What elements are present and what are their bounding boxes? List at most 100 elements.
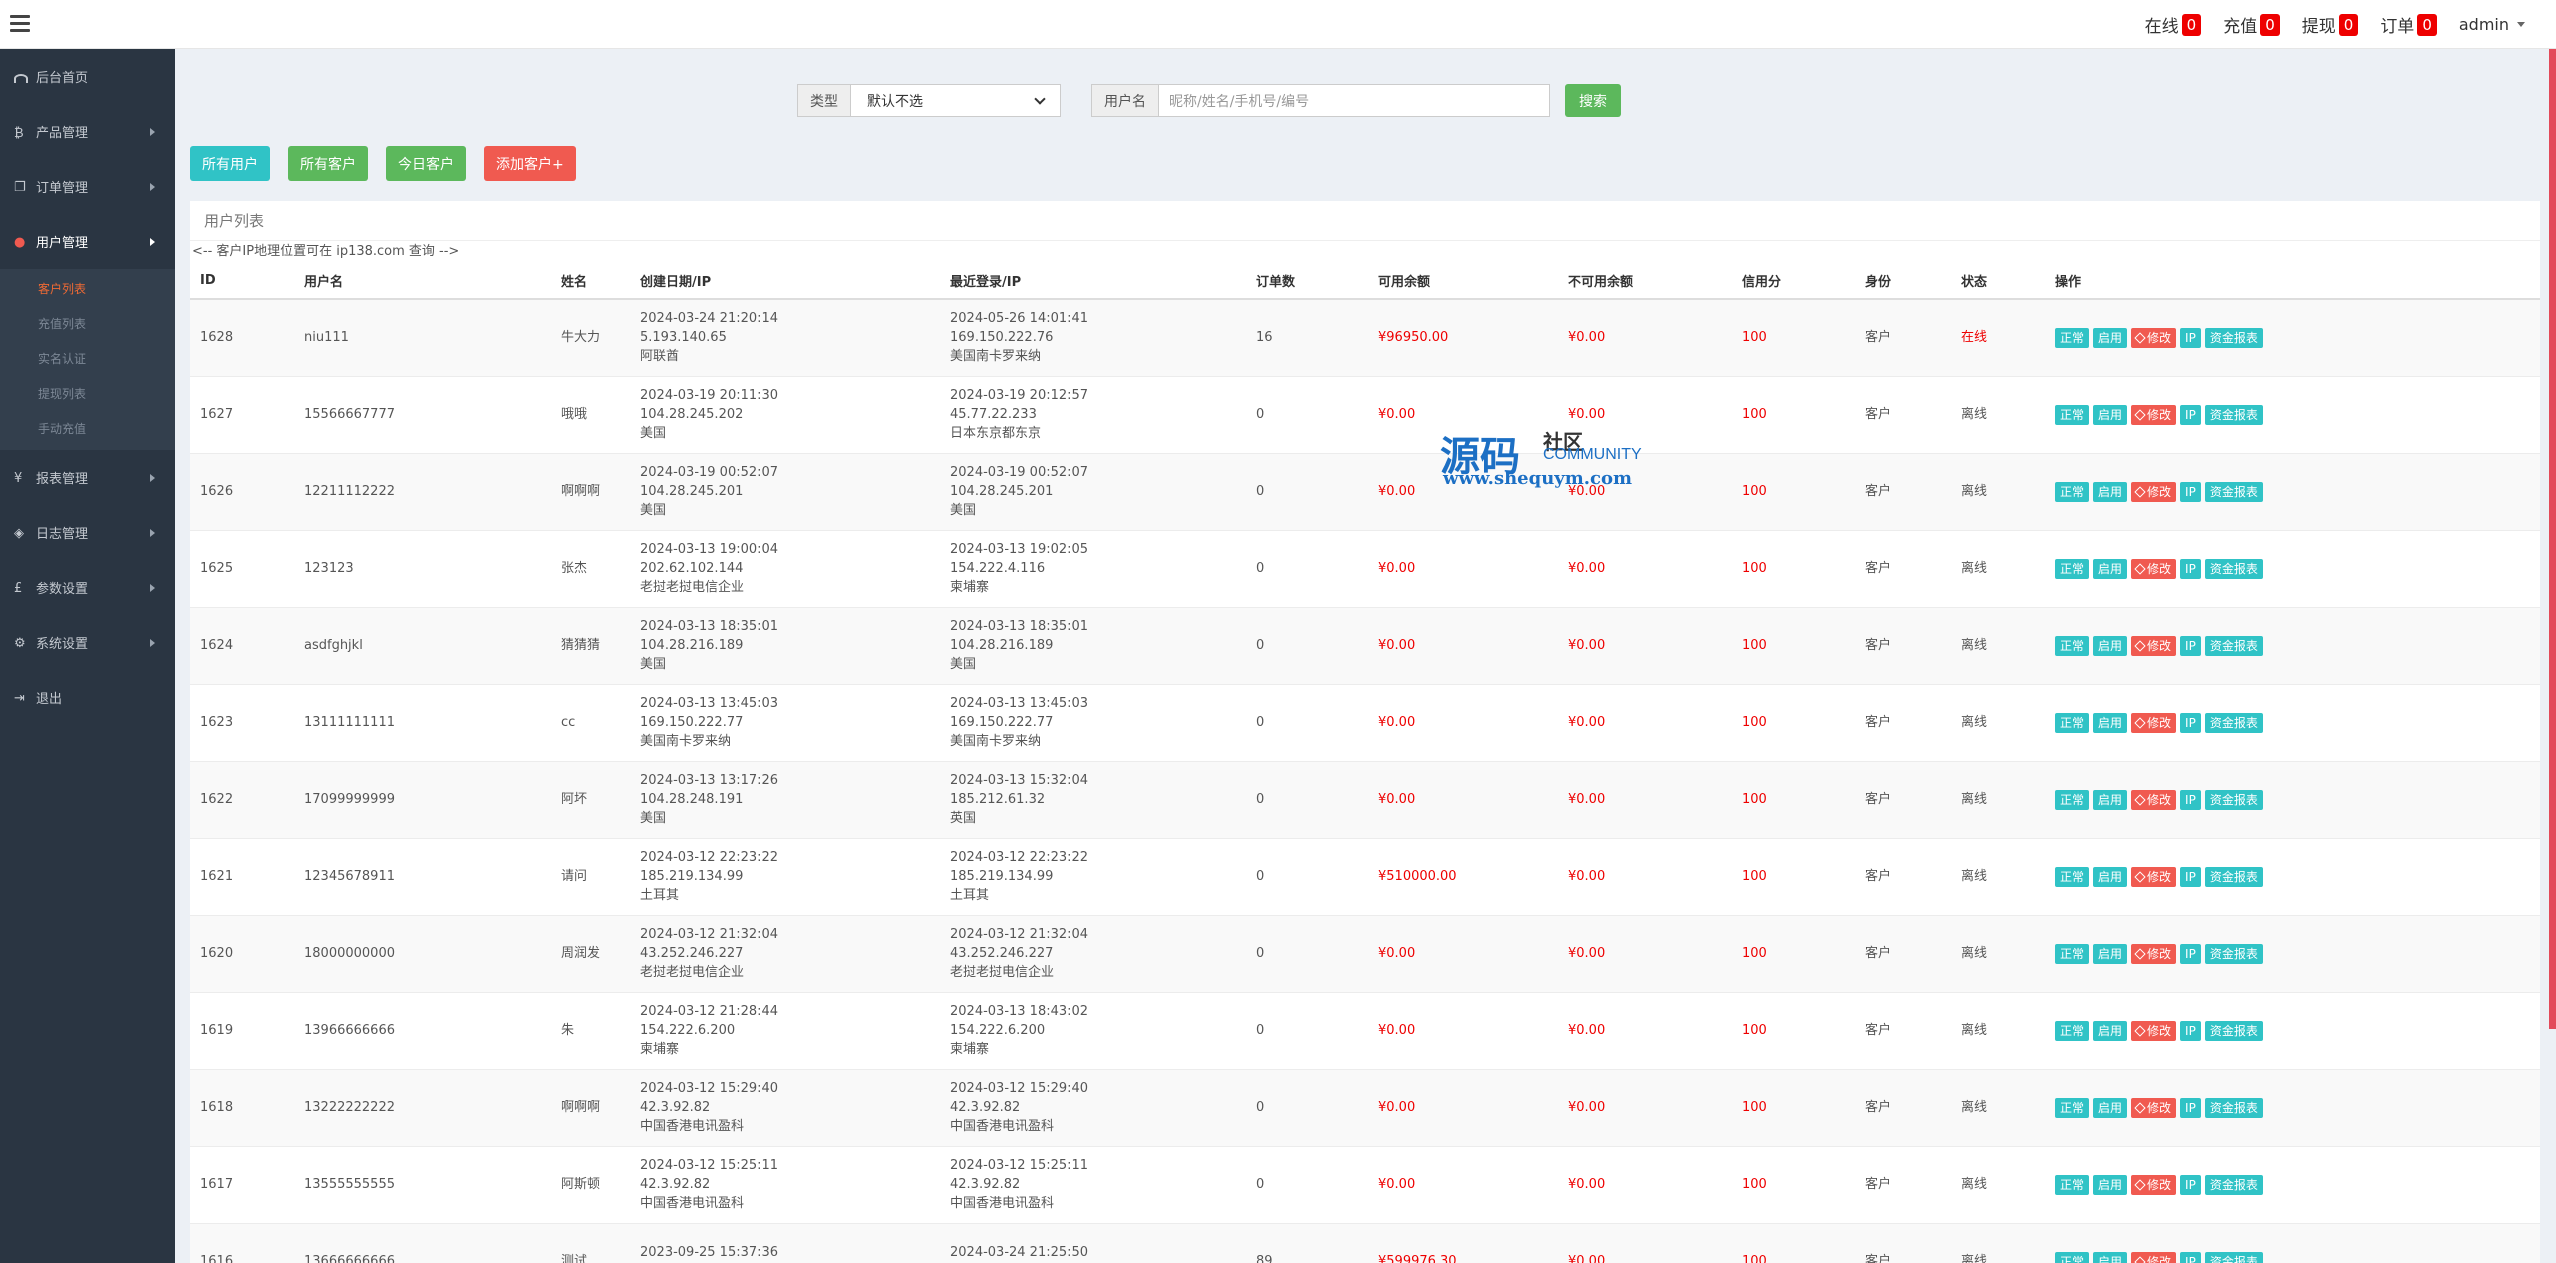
edit-button[interactable]: 修改 xyxy=(2131,1174,2177,1195)
fund-report-button[interactable]: 资金报表 xyxy=(2204,404,2263,425)
fund-report-button[interactable]: 资金报表 xyxy=(2204,1174,2263,1195)
enable-button[interactable]: 启用 xyxy=(2093,327,2128,348)
fund-report-button[interactable]: 资金报表 xyxy=(2204,712,2263,733)
enable-button[interactable]: 启用 xyxy=(2093,866,2128,887)
all-customers-button[interactable]: 所有客户 xyxy=(288,146,368,181)
add-customer-button[interactable]: 添加客户+ xyxy=(484,146,576,181)
sidebar-sub-verification[interactable]: 实名认证 xyxy=(0,341,175,376)
sidebar-sub-customer-list[interactable]: 客户列表 xyxy=(0,271,175,306)
enable-button[interactable]: 启用 xyxy=(2093,558,2128,579)
normal-button[interactable]: 正常 xyxy=(2055,1020,2090,1041)
enable-button[interactable]: 启用 xyxy=(2093,404,2128,425)
enable-button[interactable]: 启用 xyxy=(2093,1020,2128,1041)
normal-button[interactable]: 正常 xyxy=(2055,1174,2090,1195)
normal-button[interactable]: 正常 xyxy=(2055,712,2090,733)
username-search-input[interactable]: 昵称/姓名/手机号/编号 xyxy=(1159,84,1550,117)
ip-button[interactable]: IP xyxy=(2180,481,2201,502)
edit-button[interactable]: 修改 xyxy=(2131,481,2177,502)
normal-button[interactable]: 正常 xyxy=(2055,943,2090,964)
sidebar-item-reports[interactable]: ¥ 报表管理 xyxy=(0,450,175,505)
ip-button[interactable]: IP xyxy=(2180,1251,2201,1263)
pencil-icon xyxy=(2134,1101,2146,1114)
ip-button[interactable]: IP xyxy=(2180,1097,2201,1118)
edit-button[interactable]: 修改 xyxy=(2131,635,2177,656)
fund-report-button[interactable]: 资金报表 xyxy=(2204,789,2263,810)
normal-button[interactable]: 正常 xyxy=(2055,327,2090,348)
fund-report-button[interactable]: 资金报表 xyxy=(2204,481,2263,502)
fund-report-button[interactable]: 资金报表 xyxy=(2204,1020,2263,1041)
fund-report-button[interactable]: 资金报表 xyxy=(2204,866,2263,887)
edit-button[interactable]: 修改 xyxy=(2131,1020,2177,1041)
ip-button[interactable]: IP xyxy=(2180,789,2201,810)
sidebar-item-logs[interactable]: ◈ 日志管理 xyxy=(0,505,175,560)
ip-button[interactable]: IP xyxy=(2180,404,2201,425)
edit-button[interactable]: 修改 xyxy=(2131,789,2177,810)
user-menu[interactable]: admin xyxy=(2448,0,2536,49)
sidebar-item-params[interactable]: £ 参数设置 xyxy=(0,560,175,615)
edit-button[interactable]: 修改 xyxy=(2131,866,2177,887)
sidebar-sub-manual-recharge[interactable]: 手动充值 xyxy=(0,411,175,446)
edit-button[interactable]: 修改 xyxy=(2131,327,2177,348)
menu-toggle-icon[interactable] xyxy=(10,15,30,33)
withdraw-stat[interactable]: 提现 0 xyxy=(2291,0,2370,49)
all-users-button[interactable]: 所有用户 xyxy=(190,146,270,181)
ip-button[interactable]: IP xyxy=(2180,1020,2201,1041)
fund-report-button[interactable]: 资金报表 xyxy=(2204,1251,2263,1263)
enable-button[interactable]: 启用 xyxy=(2093,712,2128,733)
ip-button[interactable]: IP xyxy=(2180,712,2201,733)
sidebar-item-users[interactable]: ● 用户管理 xyxy=(0,214,175,269)
enable-button[interactable]: 启用 xyxy=(2093,1251,2128,1263)
edit-button[interactable]: 修改 xyxy=(2131,1097,2177,1118)
ip-button[interactable]: IP xyxy=(2180,866,2201,887)
sidebar-item-dashboard[interactable]: 后台首页 xyxy=(0,49,175,104)
normal-button[interactable]: 正常 xyxy=(2055,635,2090,656)
order-stat[interactable]: 订单 0 xyxy=(2369,0,2448,49)
normal-button[interactable]: 正常 xyxy=(2055,1251,2090,1263)
normal-button[interactable]: 正常 xyxy=(2055,481,2090,502)
table-row: 1618 13222222222 啊啊啊 2024-03-12 15:29:40 42.… xyxy=(190,1068,2540,1146)
search-button[interactable]: 搜索 xyxy=(1565,84,1621,117)
ip-button[interactable]: IP xyxy=(2180,1174,2201,1195)
sidebar-item-products[interactable]: ₿ 产品管理 xyxy=(0,104,175,159)
scrollbar-thumb[interactable] xyxy=(2549,49,2556,1029)
type-select[interactable]: 默认不选 xyxy=(851,84,1061,117)
recharge-stat[interactable]: 充值 0 xyxy=(2212,0,2291,49)
today-customers-button[interactable]: 今日客户 xyxy=(386,146,466,181)
available-balance: ¥0.00 xyxy=(1378,1100,1416,1115)
fund-report-button[interactable]: 资金报表 xyxy=(2204,1097,2263,1118)
sidebar-sub-recharge-list[interactable]: 充值列表 xyxy=(0,306,175,341)
fund-report-button[interactable]: 资金报表 xyxy=(2204,635,2263,656)
ip-button[interactable]: IP xyxy=(2180,327,2201,348)
fund-report-button[interactable]: 资金报表 xyxy=(2204,327,2263,348)
sidebar-item-logout[interactable]: ⇥ 退出 xyxy=(0,670,175,725)
normal-button[interactable]: 正常 xyxy=(2055,866,2090,887)
recharge-count-badge: 0 xyxy=(2260,13,2280,36)
sidebar-item-system[interactable]: ⚙ 系统设置 xyxy=(0,615,175,670)
edit-button[interactable]: 修改 xyxy=(2131,558,2177,579)
enable-button[interactable]: 启用 xyxy=(2093,1097,2128,1118)
online-stat[interactable]: 在线 0 xyxy=(2134,0,2213,49)
enable-button[interactable]: 启用 xyxy=(2093,1174,2128,1195)
enable-button[interactable]: 启用 xyxy=(2093,943,2128,964)
edit-button[interactable]: 修改 xyxy=(2131,1251,2177,1263)
fund-report-button[interactable]: 资金报表 xyxy=(2204,558,2263,579)
frozen-balance: ¥0.00 xyxy=(1568,407,1606,422)
sidebar-item-orders[interactable]: ❐ 订单管理 xyxy=(0,159,175,214)
enable-button[interactable]: 启用 xyxy=(2093,789,2128,810)
enable-button[interactable]: 启用 xyxy=(2093,481,2128,502)
edit-button[interactable]: 修改 xyxy=(2131,943,2177,964)
ip-button[interactable]: IP xyxy=(2180,943,2201,964)
normal-button[interactable]: 正常 xyxy=(2055,1097,2090,1118)
sidebar-sub-withdraw-list[interactable]: 提现列表 xyxy=(0,376,175,411)
edit-button[interactable]: 修改 xyxy=(2131,712,2177,733)
login-location: 土耳其 xyxy=(950,888,990,903)
normal-button[interactable]: 正常 xyxy=(2055,558,2090,579)
page-scrollbar[interactable] xyxy=(2549,49,2556,1263)
ip-button[interactable]: IP xyxy=(2180,635,2201,656)
enable-button[interactable]: 启用 xyxy=(2093,635,2128,656)
normal-button[interactable]: 正常 xyxy=(2055,789,2090,810)
edit-button[interactable]: 修改 xyxy=(2131,404,2177,425)
fund-report-button[interactable]: 资金报表 xyxy=(2204,943,2263,964)
normal-button[interactable]: 正常 xyxy=(2055,404,2090,425)
ip-button[interactable]: IP xyxy=(2180,558,2201,579)
